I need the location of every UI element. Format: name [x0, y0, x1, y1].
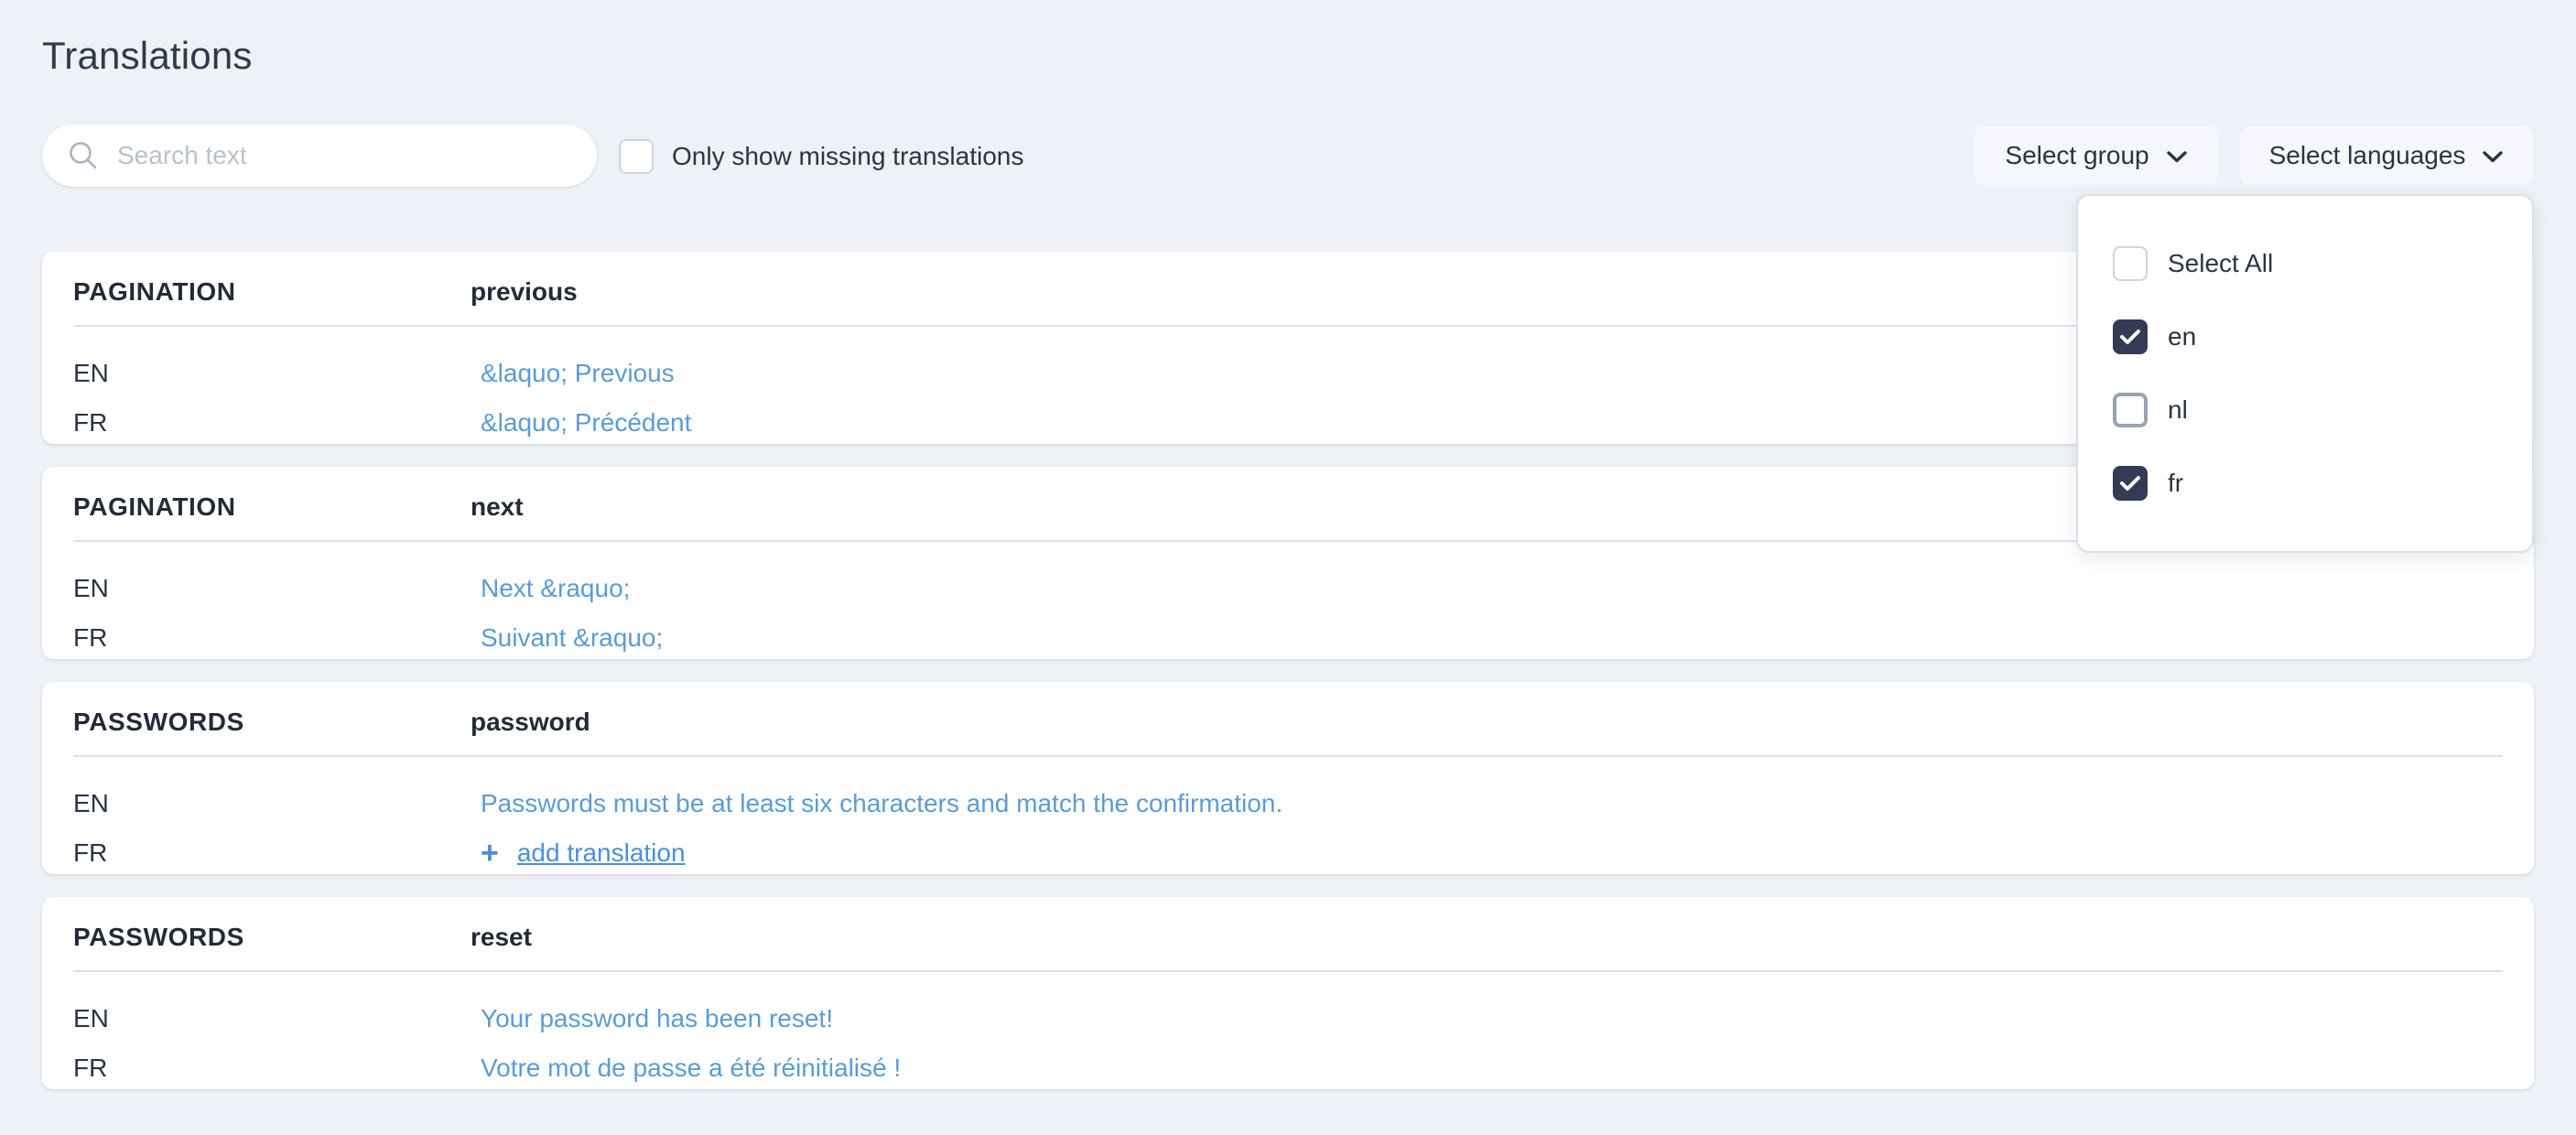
plus-icon: + — [481, 836, 499, 870]
language-option-label: nl — [2168, 395, 2188, 424]
card-header: PASSWORDS password — [73, 706, 2503, 750]
translation-row-language: FR — [73, 1054, 108, 1082]
translation-row-language: EN — [73, 789, 109, 817]
add-translation-action[interactable]: + add translation — [481, 838, 686, 869]
language-option-en[interactable]: en — [2078, 300, 2532, 373]
language-checkbox-select-all[interactable] — [2113, 246, 2148, 281]
select-group-label: Select group — [2005, 141, 2149, 169]
translation-row: FR Suivant &raquo; — [73, 613, 2503, 663]
translation-row-value[interactable]: &laquo; Previous — [481, 361, 675, 386]
language-option-fr[interactable]: fr — [2078, 447, 2532, 520]
language-option-select-all[interactable]: Select All — [2078, 227, 2532, 300]
language-option-label: Select All — [2168, 249, 2274, 277]
search-icon — [68, 140, 99, 171]
translation-row-value[interactable]: Your password has been reset! — [481, 1006, 833, 1032]
search-input[interactable] — [117, 137, 557, 174]
language-option-label: en — [2168, 322, 2197, 351]
translation-row-value[interactable]: Next &raquo; — [481, 576, 630, 601]
missing-translations-label: Only show missing translations — [672, 142, 1024, 170]
translation-row-value[interactable]: &laquo; Précédent — [481, 410, 691, 436]
translation-row: EN Passwords must be at least six charact… — [73, 779, 2503, 828]
select-group-button[interactable]: Select group — [1975, 126, 2218, 185]
chevron-down-icon — [2166, 141, 2188, 170]
translation-rows: EN Next &raquo; FR Suivant &raquo; — [73, 542, 2503, 663]
card-group-name: PAGINATION — [73, 492, 236, 521]
translation-row-language: FR — [73, 623, 108, 652]
missing-translations-filter[interactable]: Only show missing translations — [619, 137, 1023, 176]
card-group-name: PASSWORDS — [73, 708, 244, 736]
translation-card: PASSWORDS reset EN Your password has been r… — [42, 897, 2534, 1089]
missing-translations-checkbox[interactable] — [619, 139, 654, 174]
page-title: Translations — [42, 34, 253, 77]
translation-row-language: FR — [73, 838, 108, 867]
language-checkbox-en[interactable] — [2113, 319, 2148, 354]
card-key-name: previous — [471, 277, 578, 306]
translation-card: PASSWORDS password EN Passwords must be at … — [42, 682, 2534, 874]
translation-row-language: EN — [73, 574, 109, 602]
card-header: PASSWORDS reset — [73, 921, 2503, 965]
translation-row-language: EN — [73, 359, 109, 387]
card-key-name: next — [471, 492, 524, 521]
language-option-label: fr — [2168, 469, 2184, 497]
card-group-name: PAGINATION — [73, 277, 236, 306]
select-languages-label: Select languages — [2268, 141, 2466, 169]
card-group-name: PASSWORDS — [73, 923, 244, 951]
translation-row-value[interactable]: Passwords must be at least six character… — [481, 791, 1283, 816]
search-box[interactable] — [42, 124, 597, 187]
card-key-name: reset — [471, 923, 532, 951]
language-checkbox-nl[interactable] — [2113, 393, 2148, 427]
translation-row-value[interactable]: Suivant &raquo; — [481, 625, 663, 651]
translation-row-language: EN — [73, 1004, 109, 1032]
select-languages-button[interactable]: Select languages — [2240, 126, 2533, 185]
language-checkbox-fr[interactable] — [2113, 466, 2148, 501]
add-translation-link[interactable]: add translation — [517, 840, 686, 866]
translation-rows: EN Your password has been reset! FR Votre m… — [73, 972, 2503, 1093]
translation-rows: EN Passwords must be at least six charact… — [73, 757, 2503, 878]
language-option-nl[interactable]: nl — [2078, 373, 2532, 447]
translation-row: EN Next &raquo; — [73, 564, 2503, 613]
language-dropdown-panel: Select All en nl fr — [2076, 194, 2534, 553]
translation-row-value[interactable]: Votre mot de passe a été réinitialisé ! — [481, 1055, 901, 1081]
translation-row: FR Votre mot de passe a été réinitialisé … — [73, 1043, 2503, 1093]
translation-row: FR + add translation — [73, 828, 2503, 878]
translations-page: Translations Only show missing translati… — [0, 0, 2576, 1135]
chevron-down-icon — [2482, 141, 2504, 170]
translation-row: EN Your password has been reset! — [73, 994, 2503, 1043]
toolbar: Only show missing translations Select gr… — [0, 124, 2576, 189]
translation-row-language: FR — [73, 408, 108, 437]
card-key-name: password — [471, 708, 590, 736]
